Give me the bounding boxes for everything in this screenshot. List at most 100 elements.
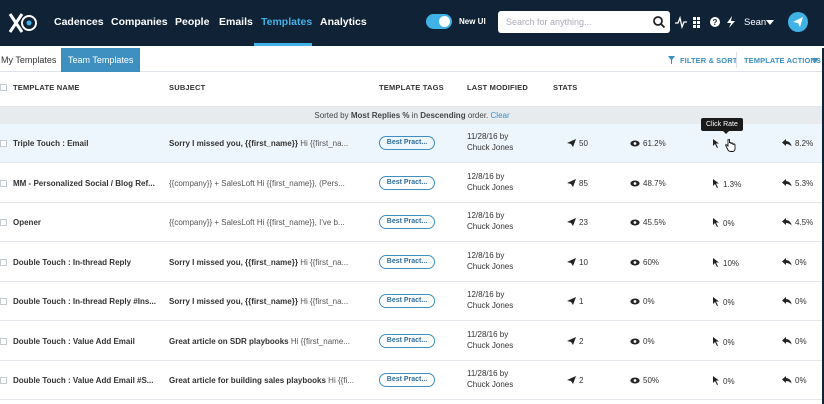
clear-sort-link[interactable]: Clear xyxy=(491,111,510,120)
row-checkbox[interactable] xyxy=(0,298,7,305)
reply-stat: 8.2% xyxy=(782,139,813,148)
template-subject: Great article for building sales playboo… xyxy=(169,376,359,385)
modified-by: Chuck Jones xyxy=(467,340,514,350)
template-name[interactable]: MM - Personalized Social / Blog Ref... xyxy=(13,179,161,188)
eye-icon xyxy=(630,377,640,384)
row-checkbox[interactable] xyxy=(0,377,7,384)
row-checkbox[interactable] xyxy=(0,337,7,345)
table-row[interactable]: Double Touch : In-thread Reply #Ins... So… xyxy=(0,282,824,321)
column-header-modified[interactable]: LAST MODIFIED xyxy=(467,83,528,92)
nav-analytics[interactable]: Analytics xyxy=(320,16,367,28)
row-checkbox[interactable] xyxy=(0,219,7,226)
click-stat: 1.3% xyxy=(712,178,741,189)
template-tag[interactable]: Best Pract... xyxy=(379,294,435,308)
tab-my-templates[interactable]: My Templates xyxy=(0,48,63,72)
template-tag[interactable]: Best Pract... xyxy=(379,136,435,150)
template-name[interactable]: Double Touch : Value Add Email xyxy=(13,337,161,346)
help-icon[interactable]: ? xyxy=(709,15,721,29)
template-name[interactable]: Double Touch : Value Add Email #S... xyxy=(13,376,161,385)
row-checkbox[interactable] xyxy=(0,140,7,147)
pointer-icon xyxy=(713,376,719,385)
reply-stat: 0% xyxy=(782,257,807,267)
search-icon[interactable] xyxy=(652,15,666,29)
template-tag[interactable]: Best Pract... xyxy=(379,215,435,229)
sent-stat: 10 xyxy=(567,257,588,267)
reply-rate: 8.2% xyxy=(795,139,814,148)
template-name[interactable]: Opener xyxy=(13,218,161,227)
table-row[interactable]: Double Touch : In-thread Reply Sorry I mi… xyxy=(0,242,824,282)
table-row[interactable]: Opener {{company}} + SalesLoft Hi {{firs… xyxy=(0,203,824,242)
modified-date: 12/8/16 by xyxy=(467,211,505,220)
hand-cursor-icon xyxy=(725,139,736,152)
subject-bold: Great article on SDR playbooks xyxy=(169,336,289,346)
modified-date: 11/28/16 by xyxy=(467,329,509,339)
table-row[interactable]: Double Touch : Value Add Email #S... Grea… xyxy=(0,361,824,400)
filter-icon[interactable] xyxy=(668,56,675,64)
user-name[interactable]: Sean xyxy=(744,17,766,28)
modified-date: 12/8/16 by xyxy=(467,290,505,299)
pointer-icon xyxy=(713,336,719,346)
open-rate: 0% xyxy=(643,297,655,306)
modified-by: Chuck Jones xyxy=(467,182,514,192)
template-tag[interactable]: Best Pract... xyxy=(379,175,435,190)
nav-emails[interactable]: Emails xyxy=(219,16,253,28)
global-search[interactable] xyxy=(498,11,670,33)
table-row[interactable]: Double Touch : Value Add Email Great arti… xyxy=(0,321,824,361)
sent-stat: 23 xyxy=(567,218,588,227)
sent-count: 2 xyxy=(579,336,584,346)
template-actions-button[interactable]: TEMPLATE ACTIONS xyxy=(744,56,821,65)
column-header-tags[interactable]: TEMPLATE TAGS xyxy=(379,83,444,92)
last-modified: 12/8/16 by Chuck Jones xyxy=(467,210,537,232)
column-header-subject[interactable]: SUBJECT xyxy=(169,83,205,92)
template-name[interactable]: Double Touch : In-thread Reply xyxy=(13,258,161,267)
salesloft-logo[interactable] xyxy=(8,10,38,36)
template-name[interactable]: Double Touch : In-thread Reply #Ins... xyxy=(13,297,161,306)
sent-stat: 2 xyxy=(567,376,583,385)
nav-people[interactable]: People xyxy=(175,16,209,28)
pointer-icon xyxy=(713,297,719,306)
lightning-icon[interactable] xyxy=(725,15,737,29)
column-header-name[interactable]: TEMPLATE NAME xyxy=(13,83,80,92)
last-modified: 12/8/16 by Chuck Jones xyxy=(467,289,537,311)
nav-cadences[interactable]: Cadences xyxy=(54,16,104,28)
reply-icon xyxy=(782,218,792,226)
template-tag[interactable]: Best Pract... xyxy=(379,333,435,348)
click-stat: 0% xyxy=(712,376,735,386)
eye-icon xyxy=(630,298,640,305)
template-name[interactable]: Triple Touch : Email xyxy=(13,139,161,148)
click-rate-tooltip: Click Rate xyxy=(701,118,743,134)
row-checkbox[interactable] xyxy=(0,258,7,266)
grid-icon[interactable] xyxy=(692,15,704,29)
subject-body: Hi {{first_name... xyxy=(290,336,350,346)
select-all-checkbox[interactable] xyxy=(0,84,7,91)
reply-rate: 0% xyxy=(795,297,807,306)
nav-templates[interactable]: Templates xyxy=(261,16,312,28)
open-rate: 61.2% xyxy=(643,139,666,148)
chevron-down-icon[interactable] xyxy=(766,18,774,26)
row-checkbox[interactable] xyxy=(0,179,7,187)
modified-date: 12/8/16 by xyxy=(467,171,505,181)
template-subject: {{company}} + SalesLoft Hi {{first_name}… xyxy=(169,218,359,227)
activity-icon[interactable] xyxy=(675,15,687,29)
reply-stat: 0% xyxy=(782,336,807,346)
sent-icon xyxy=(567,336,576,345)
pointer-icon xyxy=(713,178,719,188)
sent-stat: 85 xyxy=(567,178,588,188)
send-icon xyxy=(793,17,803,27)
search-input[interactable] xyxy=(506,17,646,27)
subject-bold: Great article for building sales playboo… xyxy=(169,376,326,385)
template-tag[interactable]: Best Pract... xyxy=(379,373,435,387)
sent-count: 1 xyxy=(579,297,584,306)
eye-icon xyxy=(630,180,640,186)
nav-companies[interactable]: Companies xyxy=(111,16,168,28)
new-ui-toggle[interactable] xyxy=(426,14,452,29)
chevron-down-icon[interactable] xyxy=(812,58,819,63)
table-row[interactable]: MM - Personalized Social / Blog Ref... {… xyxy=(0,163,824,203)
template-tabs-bar: My Templates Team Templates FILTER & SOR… xyxy=(0,48,824,72)
last-modified: 12/8/16 by Chuck Jones xyxy=(467,171,537,193)
avatar[interactable] xyxy=(788,12,808,32)
filter-sort-button[interactable]: FILTER & SORT xyxy=(680,56,737,65)
column-header-stats[interactable]: STATS xyxy=(553,83,577,92)
template-tag[interactable]: Best Pract... xyxy=(379,254,435,269)
tab-team-templates[interactable]: Team Templates xyxy=(61,48,141,72)
